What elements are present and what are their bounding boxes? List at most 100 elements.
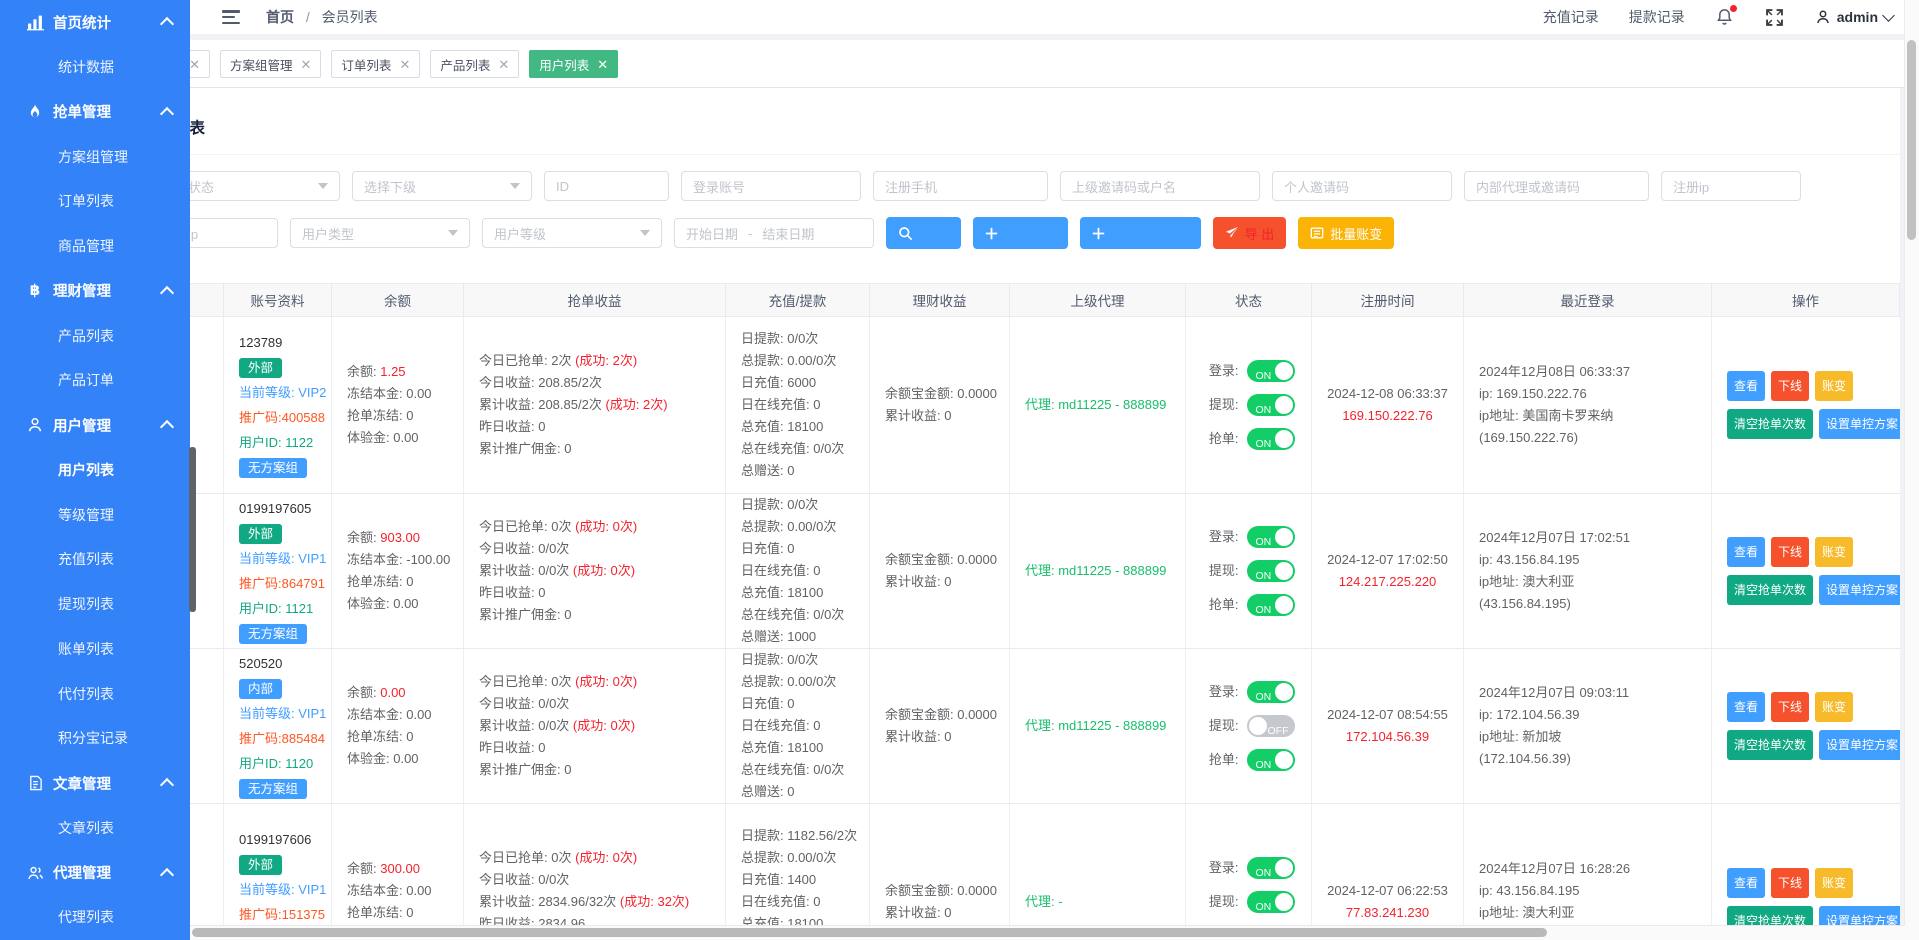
sidebar-item-用户列表[interactable]: 用户列表 <box>0 448 190 493</box>
balance-cell: 余额: 1.25 冻结本金: 0.00 抢单冻结: 0 体验金: 0.00 <box>332 317 464 493</box>
action-账变[interactable]: 账变 <box>1815 692 1854 722</box>
breadcrumb-home[interactable]: 首页 <box>266 9 294 25</box>
action-账变[interactable]: 账变 <box>1815 868 1854 898</box>
sidebar-item-充值列表[interactable]: 充值列表 <box>0 537 190 582</box>
action-下线[interactable]: 下线 <box>1771 692 1810 722</box>
plan-badge[interactable]: 无方案组 <box>239 624 308 644</box>
toggle-登录:[interactable]: ON <box>1246 526 1295 548</box>
tab-用户列表[interactable]: 用户列表 ✕ <box>529 50 619 78</box>
withdraw-records-link[interactable]: 提款记录 <box>1629 7 1685 27</box>
table-header-row: 账号资料 余额 抢单收益 充值/提款 理财收益 上级代理 状态 注册时间 最近登录 操作 <box>119 284 1900 317</box>
content-card: 用户列表 在线状态选择下级ID登录账号注册手机上级邀请码或户名个人邀请码内部代理… <box>119 88 1900 926</box>
action-清空抢单次数[interactable]: 清空抢单次数 <box>1727 575 1814 605</box>
toggle-抢单:[interactable]: ON <box>1246 749 1295 771</box>
sidebar-scrollbar-thumb[interactable] <box>189 447 196 612</box>
sidebar-section-抢单管理[interactable]: 抢单管理 <box>0 90 190 135</box>
filter-input-登录账号[interactable]: 登录账号 <box>681 171 861 201</box>
sidebar-section-用户管理[interactable]: 用户管理 <box>0 403 190 448</box>
col-header-余额: 余额 <box>332 284 464 316</box>
filter-input-注册手机[interactable]: 注册手机 <box>873 171 1048 201</box>
sidebar-item-订单列表[interactable]: 订单列表 <box>0 179 190 224</box>
toggle-提现:[interactable]: ON <box>1246 394 1295 416</box>
sidebar-item-代付列表[interactable]: 代付列表 <box>0 671 190 716</box>
filter-input-内部代理或邀请码[interactable]: 内部代理或邀请码 <box>1464 171 1649 201</box>
sidebar-item-商品管理[interactable]: 商品管理 <box>0 224 190 269</box>
tab-close-icon[interactable]: ✕ <box>597 58 608 71</box>
sidebar-section-代理管理[interactable]: 代理管理 <box>0 850 190 895</box>
toggle-登录:[interactable]: ON <box>1246 360 1295 382</box>
toggle-登录:[interactable]: ON <box>1246 857 1295 879</box>
bell-icon[interactable] <box>1715 5 1737 27</box>
filter-select-用户类型[interactable]: 用户类型 <box>290 218 470 248</box>
filter-select-选择下级[interactable]: 选择下级 <box>352 171 532 201</box>
action-下线[interactable]: 下线 <box>1771 371 1810 401</box>
action-设置单控方案[interactable]: 设置单控方案 <box>1819 730 1900 760</box>
sidebar-item-账单列表[interactable]: 账单列表 <box>0 627 190 672</box>
tab-close-icon[interactable]: ✕ <box>399 58 410 71</box>
button-批量添加用户[interactable]: 批量添加用户 <box>1079 217 1201 249</box>
button-批量账变[interactable]: 批量账变 <box>1298 217 1395 249</box>
toggle-提现:[interactable]: ON <box>1246 891 1295 913</box>
last-login-cell: 2024年12月07日 17:02:51 ip: 43.156.84.195 ip地… <box>1464 494 1712 648</box>
action-下线[interactable]: 下线 <box>1771 868 1810 898</box>
action-清空抢单次数[interactable]: 清空抢单次数 <box>1727 409 1814 439</box>
action-查看[interactable]: 查看 <box>1727 371 1766 401</box>
sidebar-item-方案组管理[interactable]: 方案组管理 <box>0 134 190 179</box>
filter-input-注册ip[interactable]: 注册ip <box>1661 171 1801 201</box>
sidebar-item-产品订单[interactable]: 产品订单 <box>0 358 190 403</box>
recharge-records-link[interactable]: 充值记录 <box>1543 7 1599 27</box>
sidebar-section-文章管理[interactable]: 文章管理 <box>0 761 190 806</box>
filter-select-用户等级[interactable]: 用户等级 <box>482 218 662 248</box>
sidebar-item-提现列表[interactable]: 提现列表 <box>0 582 190 627</box>
filter-input-上级邀请码或户名[interactable]: 上级邀请码或户名 <box>1060 171 1260 201</box>
action-查看[interactable]: 查看 <box>1727 537 1766 567</box>
action-查看[interactable]: 查看 <box>1727 692 1766 722</box>
action-清空抢单次数[interactable]: 清空抢单次数 <box>1727 730 1814 760</box>
action-设置单控方案[interactable]: 设置单控方案 <box>1819 906 1900 926</box>
toggle-抢单:[interactable]: ON <box>1246 428 1295 450</box>
tab-订单列表[interactable]: 订单列表 ✕ <box>331 50 421 78</box>
action-账变[interactable]: 账变 <box>1815 371 1854 401</box>
account-cell: 0199197605 外部 当前等级: VIP1 推广码:864791 用户ID: 11… <box>224 494 332 648</box>
doc-icon <box>26 774 44 792</box>
page-vertical-scrollbar[interactable] <box>1904 0 1919 940</box>
sidebar-item-产品列表[interactable]: 产品列表 <box>0 313 190 358</box>
plan-badge[interactable]: 无方案组 <box>239 458 308 478</box>
action-设置单控方案[interactable]: 设置单控方案 <box>1819 409 1900 439</box>
action-设置单控方案[interactable]: 设置单控方案 <box>1819 575 1900 605</box>
button-添加用户[interactable]: 添加用户 <box>972 217 1068 249</box>
username: 123789 <box>239 334 283 350</box>
sidebar-item-等级管理[interactable]: 等级管理 <box>0 492 190 537</box>
plan-badge[interactable]: 无方案组 <box>239 779 308 799</box>
toggle-登录:[interactable]: ON <box>1246 681 1295 703</box>
action-查看[interactable]: 查看 <box>1727 868 1766 898</box>
sidebar-item-文章列表[interactable]: 文章列表 <box>0 806 190 851</box>
sidebar-item-积分宝记录[interactable]: 积分宝记录 <box>0 716 190 761</box>
horizontal-scrollbar-thumb[interactable] <box>192 928 1547 937</box>
fullscreen-icon[interactable] <box>1765 7 1785 27</box>
action-清空抢单次数[interactable]: 清空抢单次数 <box>1727 906 1814 926</box>
toggle-抢单:[interactable]: ON <box>1246 594 1295 616</box>
button-搜索[interactable]: 搜 索 <box>886 217 961 249</box>
tab-产品列表[interactable]: 产品列表 ✕ <box>430 50 520 78</box>
sidebar-toggle-icon[interactable] <box>222 10 240 24</box>
tab-close-icon[interactable]: ✕ <box>189 58 200 71</box>
sidebar-item-统计数据[interactable]: 统计数据 <box>0 45 190 90</box>
action-账变[interactable]: 账变 <box>1815 537 1854 567</box>
sidebar-section-理财管理[interactable]: ฿理财管理 <box>0 269 190 314</box>
admin-menu[interactable]: admin <box>1815 8 1895 25</box>
tab-方案组管理[interactable]: 方案组管理 ✕ <box>220 50 322 78</box>
sidebar-item-代理列表[interactable]: 代理列表 <box>0 895 190 940</box>
page-horizontal-scrollbar[interactable] <box>190 925 1905 940</box>
vertical-scrollbar-thumb[interactable] <box>1907 40 1916 240</box>
filter-daterange[interactable]: 开始日期 - 结束日期 <box>674 218 874 248</box>
toggle-提现:[interactable]: ON <box>1246 560 1295 582</box>
button-导出[interactable]: 导 出 <box>1212 217 1287 249</box>
filter-input-ID[interactable]: ID <box>544 171 669 201</box>
tab-close-icon[interactable]: ✕ <box>301 58 312 71</box>
sidebar-section-首页统计[interactable]: 首页统计 <box>0 0 190 45</box>
toggle-提现:[interactable]: OFF <box>1246 715 1295 737</box>
tab-close-icon[interactable]: ✕ <box>498 58 509 71</box>
action-下线[interactable]: 下线 <box>1771 537 1810 567</box>
filter-input-个人邀请码[interactable]: 个人邀请码 <box>1272 171 1452 201</box>
